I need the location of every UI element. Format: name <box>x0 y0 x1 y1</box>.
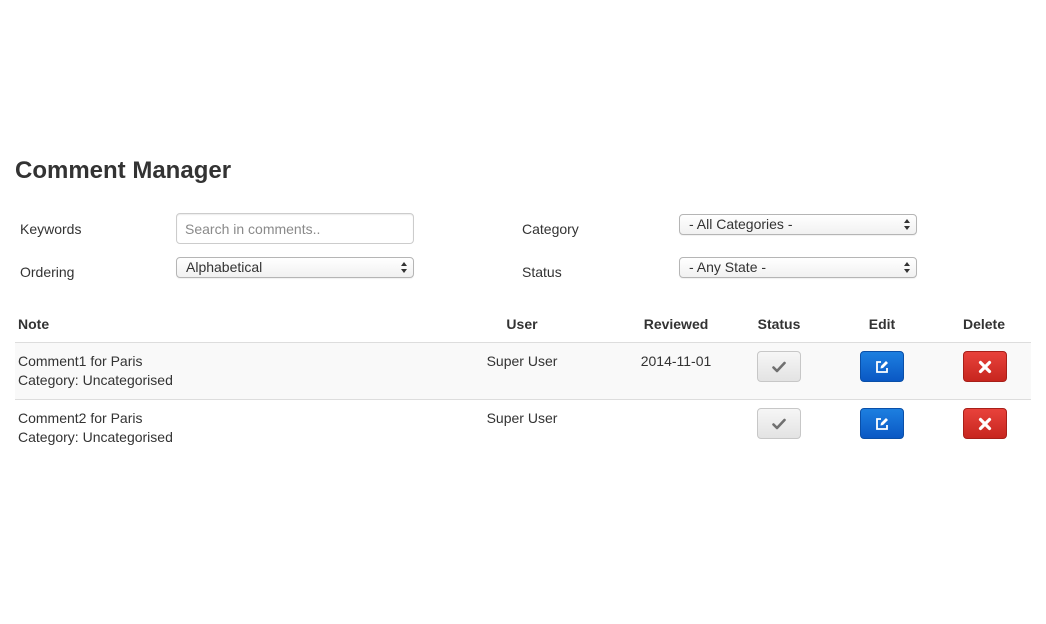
keywords-search-input[interactable] <box>176 213 414 244</box>
page-title: Comment Manager <box>15 157 232 184</box>
status-label: Status <box>522 264 562 280</box>
ordering-select[interactable]: Alphabetical <box>176 257 414 278</box>
delete-button[interactable] <box>963 351 1007 382</box>
select-arrows-icon <box>904 260 911 275</box>
edit-icon <box>876 417 888 430</box>
status-button[interactable] <box>757 408 801 439</box>
row-category: Category: Uncategorised <box>18 429 173 445</box>
column-header-edit: Edit <box>868 316 896 332</box>
column-header-delete: Delete <box>962 316 1006 332</box>
row-reviewed: 2014-11-01 <box>640 353 712 369</box>
close-icon <box>978 360 992 373</box>
category-select[interactable]: - All Categories - <box>679 214 917 235</box>
status-select-value: - Any State - <box>689 259 767 275</box>
row-note: Comment1 for Paris <box>18 353 143 369</box>
column-header-reviewed: Reviewed <box>643 316 709 332</box>
ordering-select-value: Alphabetical <box>186 259 263 275</box>
check-icon <box>772 418 786 429</box>
row-divider <box>15 399 1031 400</box>
column-header-status: Status <box>757 316 801 332</box>
edit-button[interactable] <box>860 408 904 439</box>
column-header-note: Note <box>18 316 50 332</box>
category-label: Category <box>522 221 579 237</box>
column-header-user: User <box>506 316 538 332</box>
row-user: Super User <box>486 410 558 426</box>
row-note: Comment2 for Paris <box>18 410 143 426</box>
select-arrows-icon <box>904 217 911 232</box>
row-category: Category: Uncategorised <box>18 372 173 388</box>
ordering-label: Ordering <box>20 264 75 280</box>
close-icon <box>978 417 992 430</box>
check-icon <box>772 361 786 372</box>
edit-button[interactable] <box>860 351 904 382</box>
edit-icon <box>876 360 888 373</box>
select-arrows-icon <box>401 260 408 275</box>
row-user: Super User <box>486 353 558 369</box>
keywords-label: Keywords <box>20 221 82 237</box>
delete-button[interactable] <box>963 408 1007 439</box>
status-select[interactable]: - Any State - <box>679 257 917 278</box>
status-button[interactable] <box>757 351 801 382</box>
category-select-value: - All Categories - <box>689 216 793 232</box>
